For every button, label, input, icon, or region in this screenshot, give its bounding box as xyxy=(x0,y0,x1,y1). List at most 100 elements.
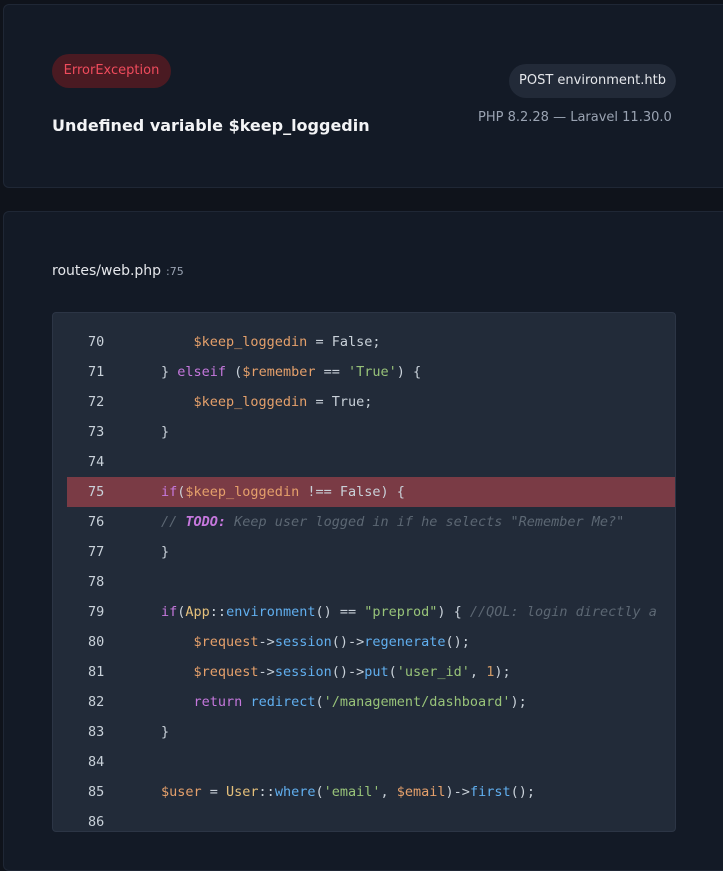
code-token: ) { xyxy=(437,604,470,620)
code-token: environment xyxy=(226,604,316,620)
line-number: 76 xyxy=(88,514,105,530)
file-path-text: routes/web.php xyxy=(52,263,162,279)
code-token: (); xyxy=(510,784,535,800)
line-number: 72 xyxy=(88,394,105,410)
code-line: 85 $user = User::where('email', $email)->… xyxy=(67,777,675,807)
line-source: } xyxy=(161,717,169,747)
version-info: PHP 8.2.28 — Laravel 11.30.0 xyxy=(478,110,672,125)
code-token: 'email' xyxy=(323,784,381,800)
code-line: 75 if($keep_loggedin !== False) { xyxy=(67,477,675,507)
code-token: $keep_loggedin xyxy=(193,334,308,350)
code-token: } xyxy=(161,364,178,380)
code-token: ()-> xyxy=(331,664,365,680)
line-source: if($keep_loggedin !== False) { xyxy=(161,477,405,507)
line-number: 80 xyxy=(88,634,105,650)
code-token: () == xyxy=(315,604,365,620)
code-line: 78 xyxy=(67,567,675,597)
code-token: elseif xyxy=(177,364,227,380)
code-token: , xyxy=(380,784,397,800)
request-pill[interactable]: POST environment.htb xyxy=(509,64,676,98)
code-token: ); xyxy=(510,694,527,710)
line-number: 78 xyxy=(88,574,105,590)
code-line: 70 $keep_loggedin = False; xyxy=(67,327,675,357)
code-token: $request xyxy=(193,634,259,650)
code-token: if xyxy=(161,604,178,620)
line-number: 79 xyxy=(88,604,105,620)
code-token: !== False) { xyxy=(299,484,405,500)
frame-file-path[interactable]: routes/web.php :75 xyxy=(52,263,184,279)
code-token: where xyxy=(274,784,316,800)
code-line: 82 return redirect('/management/dashboard… xyxy=(67,687,675,717)
line-source: $request->session()->put('user_id', 1); xyxy=(194,657,511,687)
code-line: 86 xyxy=(67,807,675,831)
code-token: App xyxy=(185,604,210,620)
line-number: 77 xyxy=(88,544,105,560)
code-token: 'True' xyxy=(347,364,397,380)
code-token: //QOL: login directly a xyxy=(469,604,657,620)
code-token: return xyxy=(193,694,243,710)
code-token: $remember xyxy=(242,364,316,380)
code-token: , xyxy=(469,664,487,680)
code-token: = xyxy=(201,784,227,800)
code-line: 76 // TODO: Keep user logged in if he sel… xyxy=(67,507,675,537)
line-source: $user = User::where('email', $email)->fi… xyxy=(161,777,535,807)
line-source: return redirect('/management/dashboard')… xyxy=(194,687,527,717)
code-token: first xyxy=(469,784,511,800)
code-line: 73} xyxy=(67,417,675,447)
code-token: '/management/dashboard' xyxy=(323,694,511,710)
line-source: } elseif ($remember == 'True') { xyxy=(161,357,421,387)
line-number: 75 xyxy=(88,484,105,500)
code-token: } xyxy=(161,424,170,440)
code-token: )-> xyxy=(445,784,470,800)
code-line: 83} xyxy=(67,717,675,747)
code-token: TODO: xyxy=(185,514,227,530)
code-token: put xyxy=(364,664,389,680)
code-token: $email xyxy=(396,784,446,800)
line-source: $keep_loggedin = True; xyxy=(194,387,373,417)
code-line: 71 } elseif ($remember == 'True') { xyxy=(67,357,675,387)
line-source: $keep_loggedin = False; xyxy=(194,327,381,357)
code-token: ); xyxy=(494,664,511,680)
code-token: redirect xyxy=(250,694,316,710)
line-number: 85 xyxy=(88,784,105,800)
line-number: 73 xyxy=(88,424,105,440)
code-token: ) { xyxy=(396,364,422,380)
error-message: Undefined variable $keep_loggedin xyxy=(52,116,370,135)
code-line: 74 xyxy=(67,447,675,477)
code-token: -> xyxy=(258,664,275,680)
code-token: :: xyxy=(258,784,275,800)
code-token: (); xyxy=(445,634,470,650)
code-token: User xyxy=(226,784,259,800)
code-line: 79 if(App::environment() == "preprod") { … xyxy=(67,597,675,627)
code-token: $keep_loggedin xyxy=(193,394,308,410)
line-number: 84 xyxy=(88,754,105,770)
code-token: session xyxy=(274,634,332,650)
code-token: // xyxy=(161,514,186,530)
code-token: ()-> xyxy=(331,634,365,650)
exception-badge: ErrorException xyxy=(52,54,171,88)
code-token: ( xyxy=(315,784,324,800)
line-number: 83 xyxy=(88,724,105,740)
line-number: 81 xyxy=(88,664,105,680)
file-line-ref: :75 xyxy=(166,265,184,278)
code-token: $keep_loggedin xyxy=(185,484,300,500)
line-number: 70 xyxy=(88,334,105,350)
code-token: 'user_id' xyxy=(396,664,470,680)
code-token: $request xyxy=(193,664,259,680)
line-number: 71 xyxy=(88,364,105,380)
code-token: session xyxy=(274,664,332,680)
line-source: $request->session()->regenerate(); xyxy=(194,627,470,657)
code-token: :: xyxy=(209,604,227,620)
code-token: = False; xyxy=(307,334,381,350)
line-number: 82 xyxy=(88,694,105,710)
line-number: 74 xyxy=(88,454,105,470)
code-token: } xyxy=(161,544,170,560)
code-line: 84 xyxy=(67,747,675,777)
code-token: Keep user logged in if he selects "Remem… xyxy=(226,514,625,530)
code-token: ( xyxy=(315,694,324,710)
code-line: 80 $request->session()->regenerate(); xyxy=(67,627,675,657)
code-token: -> xyxy=(258,634,275,650)
code-line: 77} xyxy=(67,537,675,567)
code-snippet: 70 $keep_loggedin = False; 71} elseif ($re… xyxy=(52,312,676,832)
line-source: } xyxy=(161,417,169,447)
